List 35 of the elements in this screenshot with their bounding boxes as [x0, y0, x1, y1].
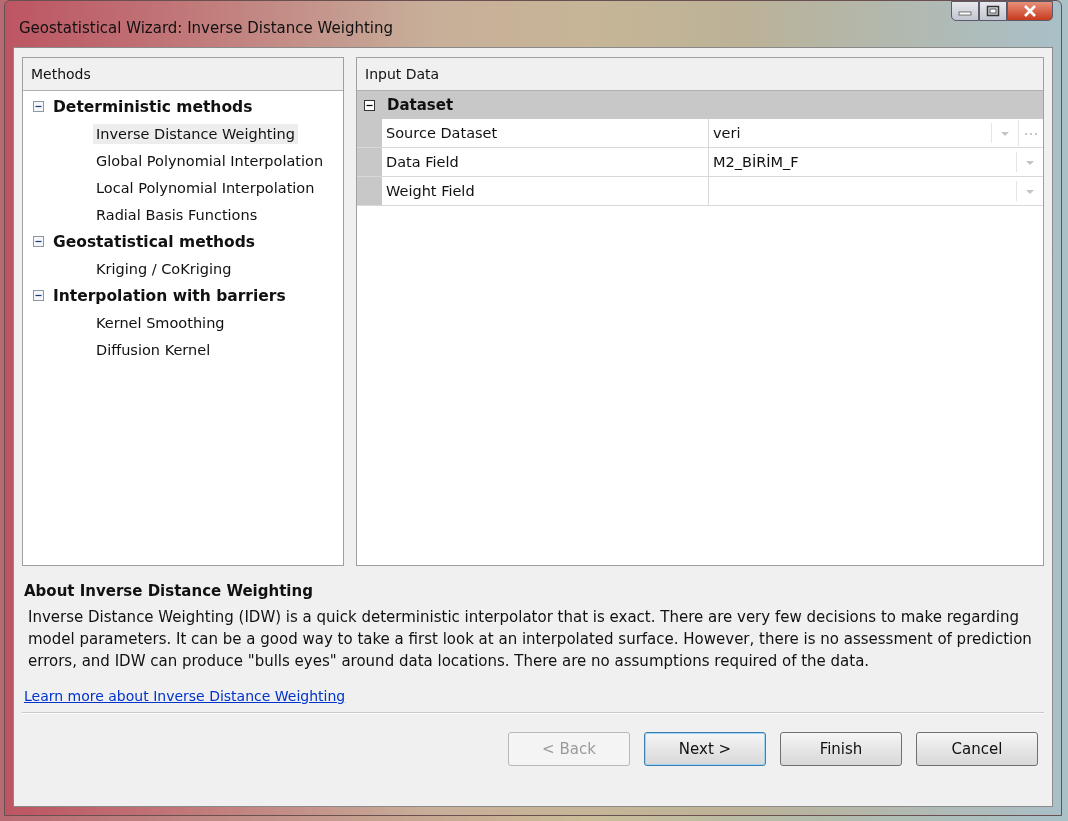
about-description: Inverse Distance Weighting (IDW) is a quick deterministic interpolator that is exact. There are very few decisions to make regarding model parameters. It can be a good way to take a first look at an interpolated surface. However, there is no assessment of prediction errors, and IDW can produce "bulls eyes" around data locations. There are no assumptions required of the data.	[28, 607, 1033, 672]
tree-item[interactable]: Global Polynomial Interpolation	[93, 150, 327, 171]
tree-group[interactable]: Geostatistical methods	[53, 232, 256, 251]
wizard-button[interactable]: Finish	[780, 732, 902, 766]
wizard-button[interactable]: Next >	[644, 732, 766, 766]
learn-more-link[interactable]: Learn more about Inverse Distance Weighting	[24, 688, 346, 704]
wizard-button[interactable]: Cancel	[916, 732, 1038, 766]
close-icon	[1022, 5, 1038, 17]
maximize-icon	[986, 5, 1000, 17]
tree-item[interactable]: Kernel Smoothing	[93, 312, 228, 333]
minimize-button[interactable]	[951, 1, 979, 21]
row-gutter	[357, 177, 382, 205]
input-data-header: Input Data	[357, 58, 1043, 91]
row-gutter	[357, 148, 382, 176]
tree-item[interactable]: Inverse Distance Weighting	[93, 123, 298, 144]
category-label: Dataset	[387, 96, 454, 114]
about-title: About Inverse Distance Weighting	[24, 582, 314, 600]
tree-item[interactable]: Local Polynomial Interpolation	[93, 177, 318, 198]
property-name: Data Field	[382, 148, 709, 176]
collapse-icon[interactable]	[33, 101, 44, 112]
tree-item[interactable]: Diffusion Kernel	[93, 339, 214, 360]
tree-item[interactable]: Radial Basis Functions	[93, 204, 261, 225]
collapse-icon[interactable]	[33, 236, 44, 247]
tree-group[interactable]: Deterministic methods	[53, 97, 253, 116]
tree-group[interactable]: Interpolation with barriers	[53, 286, 286, 305]
collapse-icon[interactable]	[364, 99, 375, 111]
methods-header: Methods	[23, 58, 343, 91]
collapse-icon[interactable]	[33, 290, 44, 301]
close-button[interactable]	[1007, 1, 1053, 21]
property-name: Source Dataset	[382, 119, 709, 147]
maximize-button[interactable]	[979, 1, 1007, 21]
window-title: Geostatistical Wizard: Inverse Distance Weighting	[18, 19, 393, 37]
property-name: Weight Field	[382, 177, 709, 205]
property-value-field[interactable]: M2_BİRİM_F	[709, 148, 1043, 176]
tree-item[interactable]: Kriging / CoKriging	[93, 258, 235, 279]
